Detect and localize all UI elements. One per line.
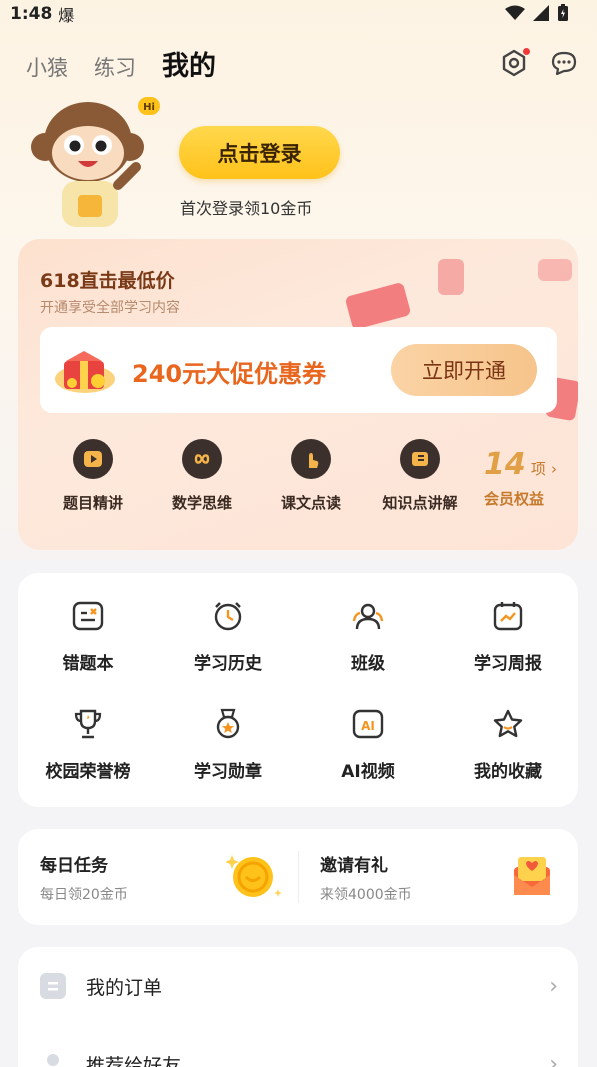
gold-coin-icon [226, 855, 282, 897]
medal-icon [216, 708, 240, 739]
vip-feature-text-reading[interactable]: 课文点读 [261, 439, 361, 513]
grid-item-label: 校园荣誉榜 [45, 762, 131, 782]
ai-video-icon: AI [352, 709, 384, 739]
vip-feature-label: 知识点讲解 [382, 494, 458, 512]
people-icon [352, 603, 384, 630]
scan-button[interactable] [499, 48, 530, 78]
vip-benefits-count[interactable]: 14 项 › 会员权益 [484, 447, 564, 509]
calendar-chart-icon [493, 602, 523, 631]
feature-grid-card: 错题本 学习历史 班级 学习周报 校园荣誉榜 学习勋章 AI AI视频 我的收藏 [18, 573, 578, 807]
message-button[interactable] [549, 48, 579, 78]
task-card: 每日任务 每日领20金币 邀请有礼 来领4000金币 [18, 829, 578, 925]
vip-feature-label: 课文点读 [280, 494, 341, 512]
settings-list-card: 我的订单 › 推荐给好友 › [18, 947, 578, 1067]
status-bar: 1:48 爆 [0, 0, 597, 28]
task-title: 邀请有礼 [320, 856, 388, 876]
grid-item-honor-board[interactable]: 校园荣誉榜 [18, 707, 158, 782]
list-item-recommend-friends[interactable]: 推荐给好友 › [18, 1025, 578, 1067]
grid-item-class[interactable]: 班级 [298, 599, 438, 674]
benefits-number: 14 [484, 447, 526, 482]
monkey-mascot-avatar[interactable]: Hi [18, 95, 163, 240]
grid-item-ai-video[interactable]: AI AI视频 [298, 707, 438, 782]
signal-icon [533, 5, 549, 21]
grid-item-label: 学习历史 [194, 654, 262, 674]
vip-promo-card[interactable]: 618直击最低价 开通享受全部学习内容 240元大促优惠券 立即开通 题目精讲 … [18, 239, 578, 550]
task-subtitle: 来领4000金币 [320, 887, 412, 903]
tab-mine[interactable]: 我的 [162, 44, 216, 83]
red-envelope-decoration [344, 281, 412, 331]
vip-feature-math-thinking[interactable]: 数学思维 [152, 439, 252, 513]
grid-item-label: 班级 [351, 654, 385, 674]
vip-title: 618直击最低价 [40, 270, 175, 292]
status-icons [505, 4, 569, 22]
grid-item-weekly-report[interactable]: 学习周报 [438, 599, 578, 674]
grid-item-label: 错题本 [62, 654, 114, 674]
book-icon [400, 439, 440, 479]
status-time: 1:48 [10, 4, 53, 24]
invite-reward[interactable]: 邀请有礼 来领4000金币 [320, 851, 412, 904]
coupon-banner[interactable]: 240元大促优惠券 立即开通 [40, 327, 557, 413]
benefits-label: 会员权益 [484, 490, 545, 508]
grid-item-label: 我的收藏 [474, 762, 542, 782]
grid-item-favorites[interactable]: 我的收藏 [438, 707, 578, 782]
vip-feature-label: 题目精讲 [62, 494, 123, 512]
top-right-icons [499, 48, 579, 78]
infinity-icon [182, 439, 222, 479]
top-nav-tabs: 小猿 练习 我的 [26, 44, 216, 83]
order-list-icon [40, 973, 66, 999]
gift-box-icon [55, 351, 115, 393]
task-title: 每日任务 [40, 856, 108, 876]
vip-subtitle: 开通享受全部学习内容 [40, 300, 180, 316]
trophy-icon [74, 709, 102, 739]
battery-icon [558, 4, 568, 21]
envelope-gift-icon [514, 857, 550, 895]
grid-item-label: 学习周报 [474, 654, 542, 674]
finger-tap-icon [291, 439, 331, 479]
vip-feature-label: 数学思维 [171, 494, 232, 512]
chevron-right-icon: › [549, 973, 558, 999]
share-friends-icon [47, 1054, 59, 1066]
svg-text:AI: AI [361, 719, 375, 733]
wrong-book-icon [72, 601, 104, 631]
benefits-unit: 项 [530, 460, 546, 478]
grid-item-wrong-questions[interactable]: 错题本 [18, 599, 158, 674]
hi-badge: Hi [143, 102, 155, 113]
wifi-icon [505, 5, 525, 20]
task-divider [298, 851, 299, 903]
list-item-label: 我的订单 [86, 976, 163, 999]
grid-item-medals[interactable]: 学习勋章 [158, 707, 298, 782]
play-icon [73, 439, 113, 479]
red-envelope-decoration [538, 259, 572, 281]
list-item-my-orders[interactable]: 我的订单 › [18, 947, 578, 1025]
open-membership-button[interactable]: 立即开通 [391, 344, 537, 396]
chevron-right-icon: › [550, 460, 557, 478]
star-icon [493, 709, 523, 738]
grid-item-study-history[interactable]: 学习历史 [158, 599, 298, 674]
chat-bubble-icon [551, 51, 577, 76]
login-button[interactable]: 点击登录 [179, 126, 340, 179]
task-subtitle: 每日领20金币 [40, 887, 128, 903]
vip-feature-question-explain[interactable]: 题目精讲 [43, 439, 143, 513]
grid-item-label: AI视频 [341, 762, 395, 782]
red-envelope-decoration [438, 259, 464, 295]
list-item-label: 推荐给好友 [86, 1054, 182, 1067]
daily-task[interactable]: 每日任务 每日领20金币 [40, 851, 128, 904]
notification-dot [523, 48, 530, 55]
coupon-amount-text: 240元大促优惠券 [132, 360, 327, 388]
alarm-clock-icon [214, 602, 242, 631]
grid-item-label: 学习勋章 [194, 762, 262, 782]
chevron-right-icon: › [549, 1051, 558, 1067]
tab-xiaoyuan[interactable]: 小猿 [26, 52, 68, 82]
status-indicator: 爆 [58, 6, 75, 25]
vip-feature-knowledge-explain[interactable]: 知识点讲解 [370, 439, 470, 513]
login-hint: 首次登录领10金币 [180, 199, 313, 218]
tab-practice[interactable]: 练习 [94, 52, 136, 82]
